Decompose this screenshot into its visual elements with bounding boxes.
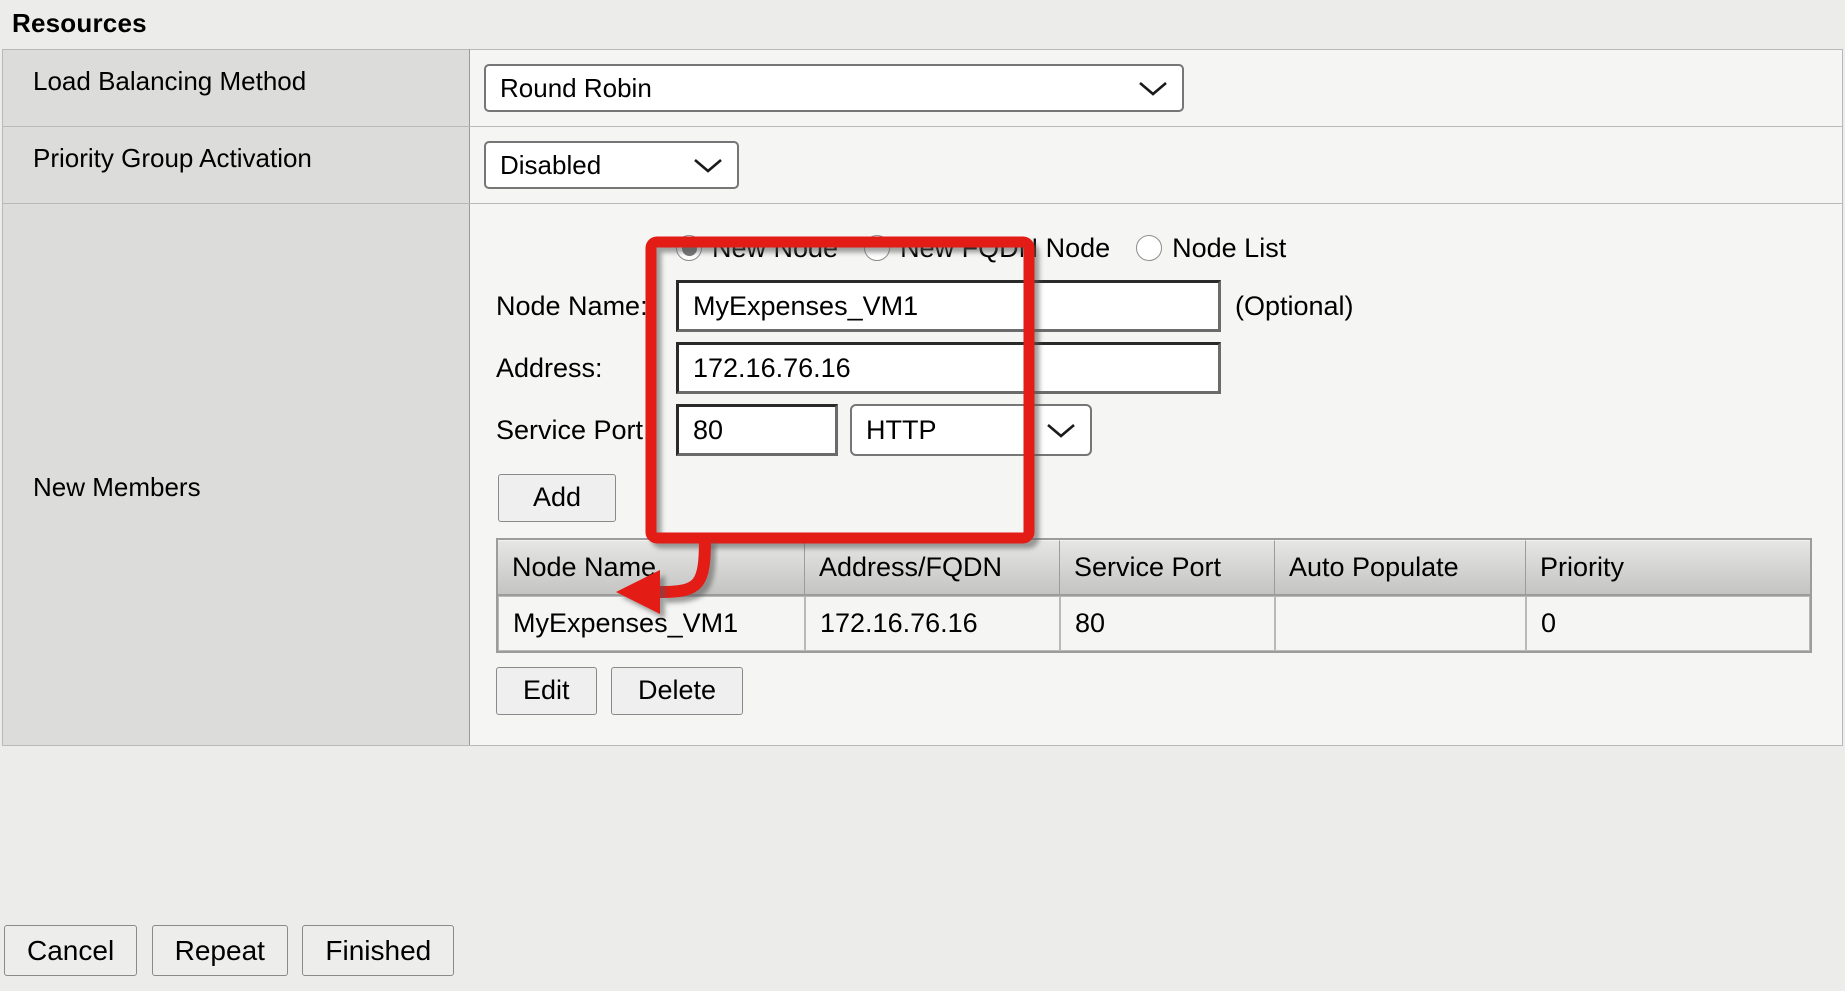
table-row: New Members New Node New FQDN Node Node … [2,203,1843,746]
members-table-header-row: Node Name Address/FQDN Service Port Auto… [498,539,1810,596]
table-row: Priority Group Activation Disabled [2,126,1843,204]
members-table: Node Name Address/FQDN Service Port Auto… [496,537,1812,653]
member-row-actions: Edit Delete [496,666,1842,715]
address-row: Address: 172.16.76.16 [496,342,1842,394]
chevron-down-icon [1136,78,1170,98]
radio-new-fqdn-node-label[interactable]: New FQDN Node [900,233,1110,264]
load-balancing-method-value: Round Robin [500,72,652,103]
resources-settings-table: Load Balancing Method Round Robin Priori… [2,49,1843,746]
delete-button[interactable]: Delete [610,666,744,715]
chevron-down-icon [1044,420,1078,440]
address-label: Address: [496,352,603,383]
service-protocol-select[interactable]: HTTP [850,404,1092,456]
table-row: Load Balancing Method Round Robin [2,49,1843,127]
radio-new-fqdn-node[interactable] [864,235,891,261]
load-balancing-method-cell: Round Robin [469,49,1843,127]
new-members-pane: New Node New FQDN Node Node List Node Na… [484,218,1842,731]
radio-node-list-label[interactable]: Node List [1172,233,1286,264]
column-header-service-port[interactable]: Service Port [1060,539,1275,596]
service-port-label: Service Port: [496,414,651,445]
add-button[interactable]: Add [498,474,617,522]
radio-new-node-label[interactable]: New Node [712,233,838,264]
priority-group-activation-label: Priority Group Activation [2,126,470,204]
service-port-row: Service Port: 80 HTTP [496,404,1842,456]
column-header-auto-populate[interactable]: Auto Populate [1275,539,1526,596]
cell-auto-populate [1275,595,1526,651]
load-balancing-method-select[interactable]: Round Robin [484,64,1184,112]
cell-node-name: MyExpenses_VM1 [498,595,805,651]
column-header-priority[interactable]: Priority [1526,539,1810,596]
cell-priority: 0 [1526,595,1810,651]
radio-new-node[interactable] [676,235,702,261]
node-name-input[interactable]: MyExpenses_VM1 [676,280,1221,332]
cancel-button[interactable]: Cancel [4,925,138,976]
node-type-radio-group: New Node New FQDN Node Node List [496,226,1842,270]
footer-actions: Cancel Repeat Finished [0,925,1845,976]
node-name-label: Node Name: [496,290,648,321]
cell-service-port: 80 [1060,595,1275,651]
edit-button[interactable]: Edit [496,666,597,715]
finished-button[interactable]: Finished [302,925,455,976]
new-members-cell: New Node New FQDN Node Node List Node Na… [469,203,1843,746]
priority-group-activation-value: Disabled [500,149,602,180]
radio-node-list[interactable] [1136,235,1163,261]
load-balancing-method-label: Load Balancing Method [2,49,470,127]
chevron-down-icon [691,155,725,175]
page-title: Resources [12,8,147,38]
column-header-address-fqdn[interactable]: Address/FQDN [805,539,1060,596]
node-name-optional-note: (Optional) [1235,290,1354,321]
new-members-label: New Members [2,203,470,746]
service-protocol-value: HTTP [866,414,937,445]
address-input[interactable]: 172.16.76.16 [676,342,1221,394]
service-port-input[interactable]: 80 [676,404,838,456]
node-name-row: Node Name: MyExpenses_VM1 (Optional) [496,280,1842,332]
priority-group-activation-cell: Disabled [469,126,1843,204]
table-row[interactable]: MyExpenses_VM1 172.16.76.16 80 0 [498,595,1810,651]
priority-group-activation-select[interactable]: Disabled [484,141,739,189]
column-header-node-name[interactable]: Node Name [498,539,805,596]
repeat-button[interactable]: Repeat [151,925,288,976]
cell-address-fqdn: 172.16.76.16 [805,595,1060,651]
